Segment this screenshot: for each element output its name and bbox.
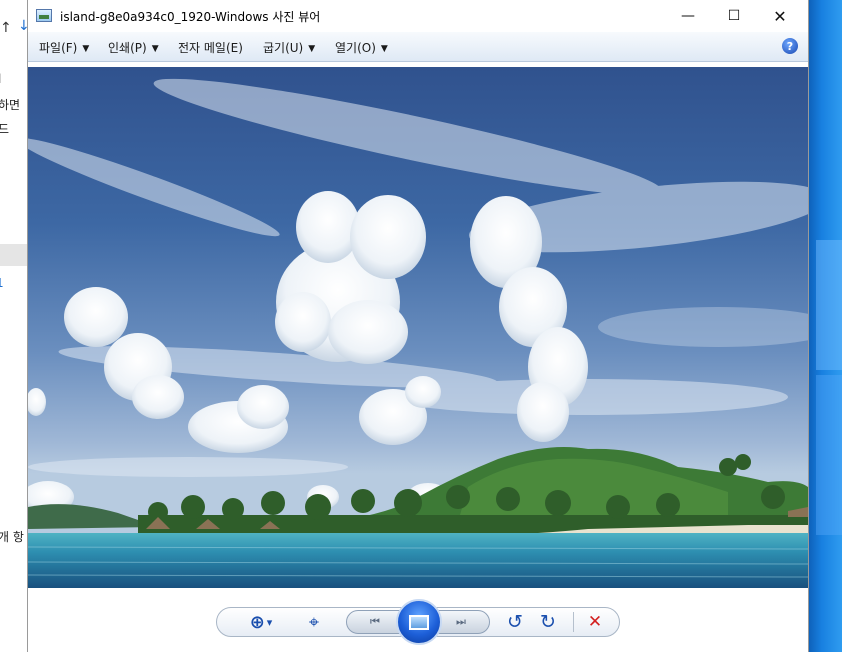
next-icon: ⏭	[456, 615, 466, 628]
control-bar: ⊕ ▾ ⌖ ⏮ ⏭ ↺ ↻ ✕	[28, 588, 808, 652]
explorer-selected-row	[0, 244, 28, 266]
title-bar[interactable]: island-g8e0a934c0_1920-Windows 사진 뷰어 — ☐…	[28, 0, 808, 32]
menu-file-label: 파일(F)	[39, 41, 78, 55]
explorer-text-fragment: 하면	[0, 98, 21, 112]
chevron-down-icon: ▾	[266, 615, 273, 629]
menu-bar: 파일(F) ▼ 인쇄(P) ▼ 전자 메일(E) 굽기(U) ▼ 열기(O) ▼ ?	[28, 32, 808, 62]
maximize-button[interactable]: ☐	[711, 0, 757, 32]
chevron-down-icon: ▼	[82, 44, 90, 54]
photo-display-area[interactable]	[28, 62, 808, 588]
sea	[28, 533, 808, 588]
close-button[interactable]: ✕	[757, 0, 803, 32]
background-explorer-window: ↑ ↓ l 하면 드 1 개 항	[0, 0, 29, 652]
photo-viewer-window: island-g8e0a934c0_1920-Windows 사진 뷰어 — ☐…	[27, 0, 809, 652]
delete-icon: ✕	[587, 612, 603, 632]
explorer-text-fragment: l	[0, 72, 1, 86]
explorer-text-fragment: 드	[0, 120, 9, 137]
slideshow-icon	[409, 614, 429, 630]
maximize-icon: ☐	[727, 8, 741, 24]
previous-icon: ⏮	[370, 615, 380, 628]
up-arrow-icon: ↑	[0, 20, 12, 36]
zoom-button[interactable]: ⊕ ▾	[244, 610, 278, 634]
minimize-icon: —	[681, 8, 695, 24]
toolbar-divider	[573, 612, 574, 632]
slideshow-button[interactable]	[396, 599, 442, 645]
chevron-down-icon: ▼	[151, 44, 159, 54]
close-icon: ✕	[773, 6, 787, 26]
explorer-link-fragment: 1	[0, 276, 4, 290]
wallpaper-pane	[816, 375, 842, 535]
explorer-item-count: 개 항	[0, 530, 24, 544]
menu-burn-label: 굽기(U)	[263, 41, 304, 55]
wallpaper-pane	[816, 240, 842, 370]
delete-button[interactable]: ✕	[582, 610, 608, 634]
rotate-cw-icon: ↻	[540, 611, 556, 633]
chevron-down-icon: ▼	[308, 44, 316, 54]
help-icon[interactable]: ?	[782, 38, 798, 54]
menu-email-label: 전자 메일(E)	[178, 41, 243, 55]
rotate-clockwise-button[interactable]: ↻	[535, 610, 561, 634]
zoom-icon: ⊕	[249, 611, 265, 633]
menu-email[interactable]: 전자 메일(E)	[178, 39, 243, 56]
desktop-wallpaper	[808, 0, 842, 652]
rotate-counterclockwise-button[interactable]: ↺	[502, 610, 528, 634]
menu-print[interactable]: 인쇄(P) ▼	[108, 39, 159, 56]
fit-to-window-icon: ⌖	[308, 611, 320, 633]
minimize-button[interactable]: —	[665, 0, 711, 32]
photo-viewer-app-icon[interactable]	[36, 9, 52, 22]
menu-open[interactable]: 열기(O) ▼	[335, 39, 388, 56]
menu-open-label: 열기(O)	[335, 41, 376, 55]
menu-file[interactable]: 파일(F) ▼	[39, 39, 89, 56]
island-photo	[28, 78, 808, 588]
actual-size-button[interactable]: ⌖	[300, 610, 328, 634]
window-title: island-g8e0a934c0_1920-Windows 사진 뷰어	[60, 10, 321, 24]
menu-print-label: 인쇄(P)	[108, 41, 147, 55]
chevron-down-icon: ▼	[380, 44, 388, 54]
displayed-photo[interactable]	[28, 67, 808, 588]
rotate-ccw-icon: ↺	[507, 611, 523, 633]
menu-burn[interactable]: 굽기(U) ▼	[263, 39, 315, 56]
